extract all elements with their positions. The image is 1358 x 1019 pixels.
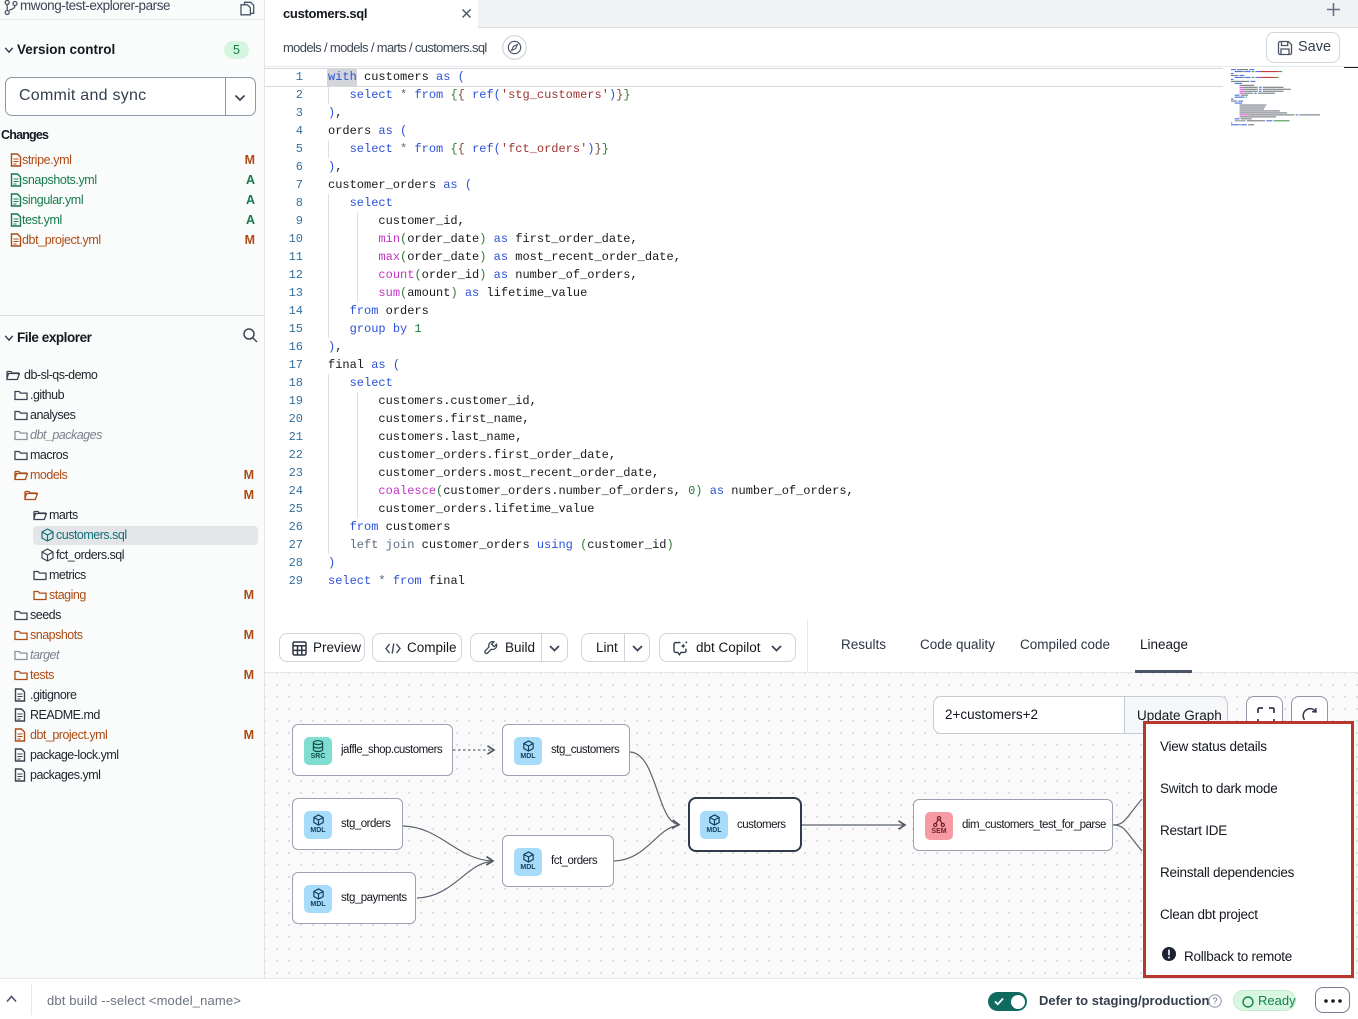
svg-text:?: ? bbox=[1212, 996, 1217, 1006]
